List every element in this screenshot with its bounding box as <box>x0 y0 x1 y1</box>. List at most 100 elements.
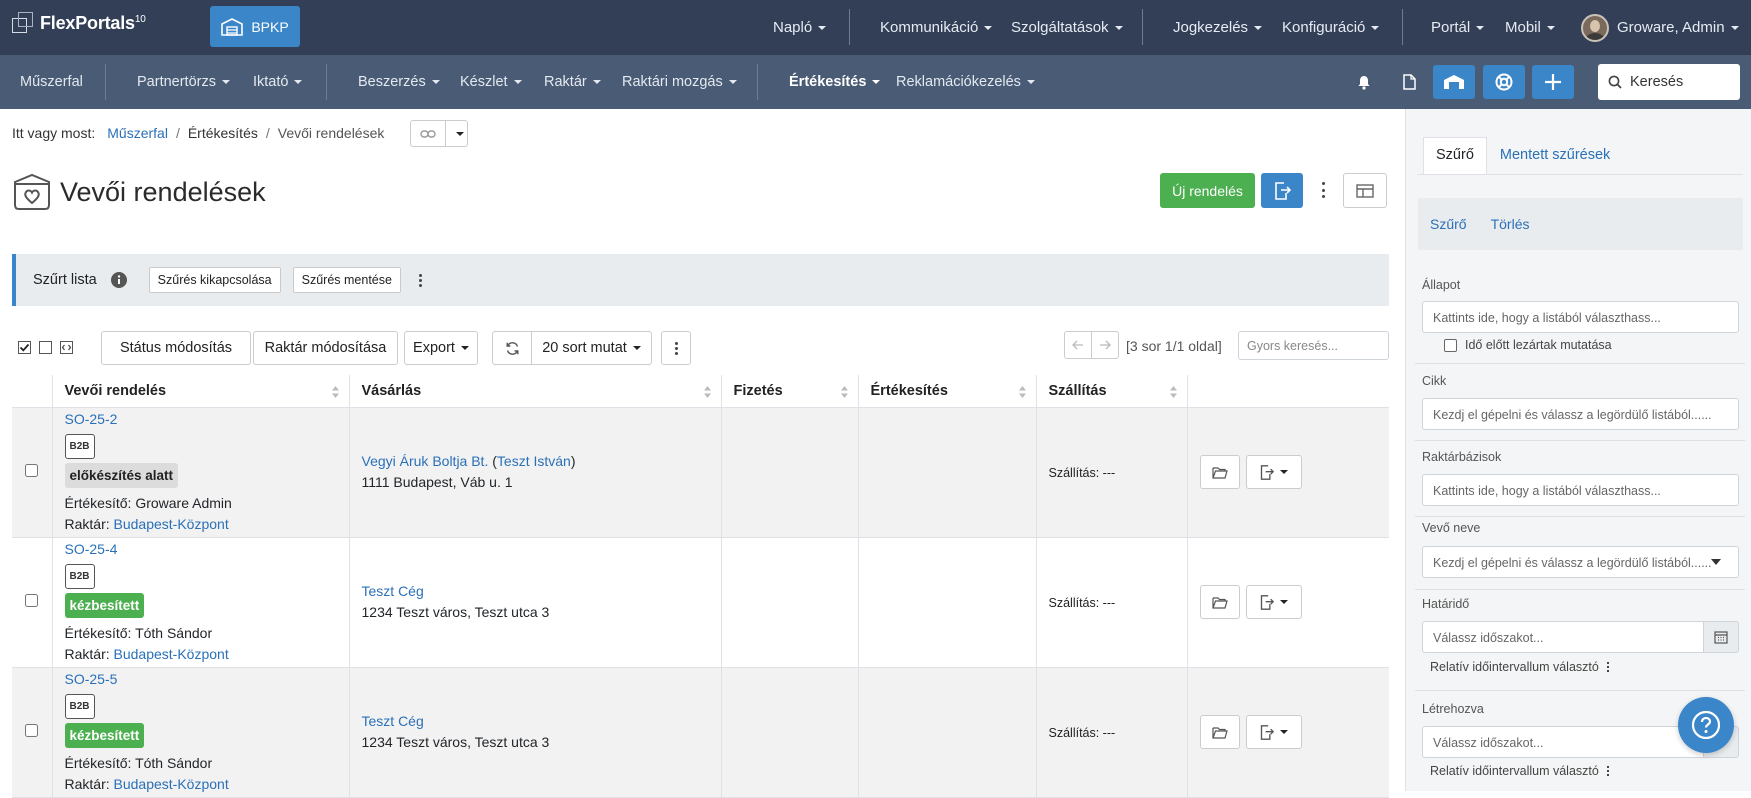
created-relative-picker[interactable]: Relatív időintervallum választó <box>1430 764 1609 778</box>
filter-more-button[interactable] <box>418 273 422 287</box>
add-button[interactable] <box>1532 65 1574 99</box>
warehouse-link[interactable]: Budapest-Központ <box>114 516 229 532</box>
support-button[interactable] <box>1483 65 1525 99</box>
new-order-button[interactable]: Új rendelés <box>1160 173 1255 208</box>
subnav-beszerzes[interactable]: Beszerzés <box>358 55 440 109</box>
nav-jogkezeles[interactable]: Jogkezelés <box>1173 0 1262 55</box>
closed-early-checkbox[interactable] <box>1444 338 1457 352</box>
customer-link[interactable]: Teszt Cég <box>362 713 424 729</box>
table-more-button[interactable] <box>661 331 691 365</box>
nav-konfiguracio[interactable]: Konfiguráció <box>1282 0 1379 55</box>
prev-page-button[interactable] <box>1064 331 1092 359</box>
row-export-dropdown[interactable] <box>1245 585 1302 619</box>
copy-link-dropdown[interactable] <box>446 121 467 146</box>
more-options-button[interactable] <box>1317 180 1329 200</box>
subnav-raktari-mozgas[interactable]: Raktári mozgás <box>622 55 737 109</box>
subnav-ertekesites[interactable]: Értékesítés <box>789 55 880 109</box>
subnav-divider <box>326 64 327 100</box>
seller-label: Értékesítő: <box>64 495 132 511</box>
nav-naplo[interactable]: Napló <box>773 0 826 55</box>
order-id-link[interactable]: SO-25-2 <box>65 411 118 427</box>
row-export-dropdown[interactable] <box>1245 715 1302 749</box>
notifications-button[interactable] <box>1343 65 1385 99</box>
nav-szolgaltatasok[interactable]: Szolgáltatások <box>1011 0 1123 55</box>
order-id-link[interactable]: SO-25-5 <box>65 671 118 687</box>
column-header-shipping[interactable]: Szállítás <box>1036 375 1188 408</box>
customer-link[interactable]: Vegyi Áruk Boltja Bt. <box>362 453 489 469</box>
subnav-raktar[interactable]: Raktár <box>544 55 601 109</box>
kebab-icon[interactable] <box>1606 766 1609 776</box>
deadline-relative-picker[interactable]: Relatív időintervallum választó <box>1430 660 1609 674</box>
status-badge: kézbesített <box>64 593 145 618</box>
breadcrumb-ertekesites[interactable]: Értékesítés <box>188 125 258 141</box>
global-search-input[interactable]: Keresés <box>1598 64 1740 100</box>
export-doc-button[interactable] <box>1261 173 1303 208</box>
user-menu[interactable]: Groware, Admin <box>1581 0 1739 55</box>
export-dropdown[interactable]: Export <box>404 331 478 365</box>
customer-filter-placeholder: Kezdj el gépelni és válassz a legördülő … <box>1433 556 1712 570</box>
warehouse-link[interactable]: Budapest-Központ <box>114 646 229 662</box>
file-export-icon <box>1260 464 1274 480</box>
column-header-purchase[interactable]: Vásárlás <box>349 375 722 408</box>
info-icon[interactable] <box>110 272 127 288</box>
clear-filter-button[interactable]: Törlés <box>1491 216 1530 232</box>
deadline-calendar-button[interactable] <box>1703 621 1739 653</box>
select-all-icon[interactable] <box>18 341 31 354</box>
subnav-partnertorzs[interactable]: Partnertörzs <box>137 55 230 109</box>
open-folder-button[interactable] <box>1199 585 1240 619</box>
disable-filter-button[interactable]: Szűrés kikapcsolása <box>148 267 281 293</box>
contact-link[interactable]: Teszt István <box>497 453 571 469</box>
copy-link-button[interactable] <box>411 121 446 146</box>
nav-portal[interactable]: Portál <box>1431 0 1484 55</box>
subnav-keszlet[interactable]: Készlet <box>460 55 522 109</box>
help-button[interactable] <box>1678 697 1734 753</box>
apply-filter-button[interactable]: Szűrő <box>1430 216 1467 232</box>
sort-icon <box>703 386 711 398</box>
row-checkbox[interactable] <box>25 594 39 607</box>
column-header-sales[interactable]: Értékesítés <box>858 375 1037 408</box>
warehouse-filter-input[interactable]: Kattints ide, hogy a listából választhas… <box>1422 474 1739 506</box>
refresh-button[interactable] <box>492 331 532 365</box>
subnav-muszerfal[interactable]: Műszerfal <box>20 55 83 109</box>
chevron-down-icon[interactable] <box>1711 559 1721 565</box>
order-id-link[interactable]: SO-25-4 <box>65 541 118 557</box>
select-none-icon[interactable] <box>39 341 52 354</box>
nav-mobil[interactable]: Mobil <box>1505 0 1555 55</box>
company-button[interactable]: BPKP <box>210 6 300 47</box>
status-filter-input[interactable]: Kattints ide, hogy a listából választhas… <box>1422 301 1739 333</box>
save-filter-button[interactable]: Szűrés mentése <box>292 267 401 293</box>
open-folder-button[interactable] <box>1199 455 1240 489</box>
column-header-payment[interactable]: Fizetés <box>721 375 859 408</box>
breadcrumb-muszerfal[interactable]: Műszerfal <box>107 125 168 141</box>
next-page-button[interactable] <box>1091 331 1119 359</box>
tab-filter[interactable]: Szűrő <box>1423 137 1487 175</box>
customer-address: 1234 Teszt város, Teszt utca 3 <box>361 734 550 750</box>
row-checkbox[interactable] <box>25 724 39 737</box>
documents-button[interactable] <box>1388 65 1430 99</box>
open-folder-button[interactable] <box>1199 715 1240 749</box>
customer-link[interactable]: Teszt Cég <box>362 583 424 599</box>
status-change-button[interactable]: Státus módosítás <box>101 331 251 365</box>
warehouse-change-button[interactable]: Raktár módosítása <box>253 331 398 365</box>
nav-kommunikacio[interactable]: Kommunikáció <box>880 0 992 55</box>
status-badge: kézbesített <box>64 723 145 748</box>
created-filter-input[interactable]: Válassz időszakot... <box>1422 726 1704 758</box>
invert-selection-icon[interactable] <box>60 341 73 354</box>
subnav-reklamaciokezeles[interactable]: Reklamációkezelés <box>896 55 1035 109</box>
quick-search-input[interactable]: Gyors keresés... <box>1238 331 1389 360</box>
rows-per-page-dropdown[interactable]: 20 sort mutat <box>531 331 652 365</box>
app-logo[interactable]: FlexPortals10 <box>12 12 146 34</box>
layout-toggle-button[interactable] <box>1343 173 1387 208</box>
deadline-filter-input[interactable]: Válassz időszakot... <box>1422 621 1704 653</box>
warehouse-link[interactable]: Budapest-Központ <box>114 776 229 792</box>
item-filter-input[interactable]: Kezdj el gépelni és válassz a legördülő … <box>1422 398 1739 430</box>
kebab-icon[interactable] <box>1606 662 1609 672</box>
customer-filter-input[interactable]: Kezdj el gépelni és válassz a legördülő … <box>1422 546 1739 578</box>
subnav-iktato[interactable]: Iktató <box>253 55 302 109</box>
shipping-info: Szállítás: --- <box>1048 596 1116 610</box>
tab-saved-filters[interactable]: Mentett szűrések <box>1487 137 1623 175</box>
warehouse-quick-button[interactable] <box>1433 65 1475 99</box>
column-header-order[interactable]: Vevői rendelés <box>52 375 350 408</box>
row-export-dropdown[interactable] <box>1245 455 1302 489</box>
row-checkbox[interactable] <box>25 464 39 477</box>
